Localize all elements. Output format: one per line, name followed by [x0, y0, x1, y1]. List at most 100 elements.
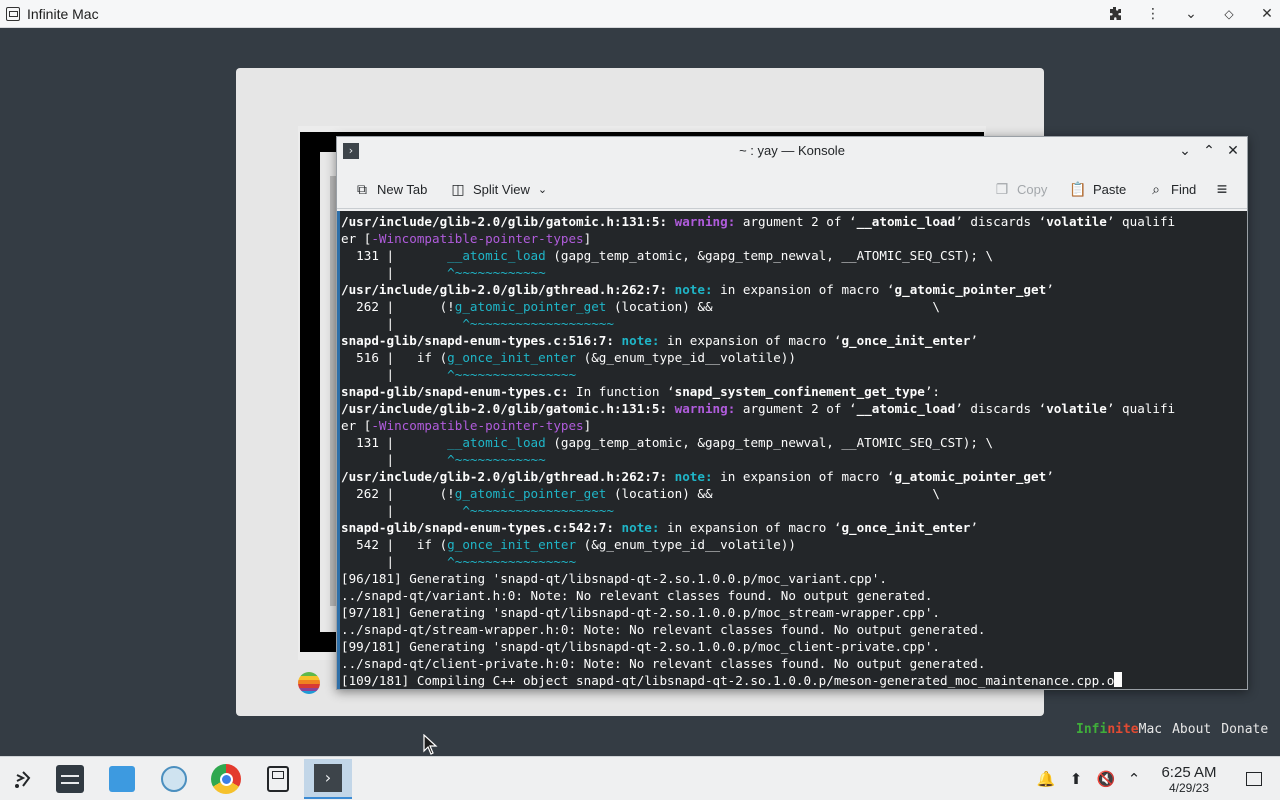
terminal-icon: ›	[314, 764, 342, 792]
chrome-icon	[211, 764, 241, 794]
terminal-text: ../snapd-qt/stream-wrapper.h:0: Note: No…	[341, 622, 986, 637]
terminal-line: 542 | if (g_once_init_enter (&g_enum_typ…	[341, 536, 1231, 553]
terminal-line: | ^~~~~~~~~~~~~~~~~~~~	[341, 502, 1231, 519]
terminal-text: __atomic_load	[447, 248, 546, 263]
terminal-cursor	[1114, 672, 1123, 687]
terminal-line: ../snapd-qt/stream-wrapper.h:0: Note: No…	[341, 621, 1231, 638]
terminal-text: ’	[970, 333, 978, 348]
launcher-icon	[15, 771, 31, 788]
clock-date[interactable]: 4/29/23	[1150, 781, 1228, 795]
maximize-button[interactable]: ⌃	[1199, 141, 1219, 161]
updates-icon[interactable]: ⬆	[1066, 769, 1086, 789]
discover-button[interactable]	[98, 759, 146, 799]
terminal-line: snapd-glib/snapd-enum-types.c: In functi…	[341, 383, 1231, 400]
terminal-text: volatile	[1046, 401, 1107, 416]
terminal-line: er [-Wincompatible-pointer-types]	[341, 417, 1231, 434]
terminal-text: (gapg_temp_atomic, &gapg_temp_newval, __…	[545, 435, 994, 450]
split-view-label: Split View	[473, 181, 530, 197]
terminal-text: snapd_system_confinement_get_type	[674, 384, 925, 399]
plasma-app-button[interactable]	[150, 759, 198, 799]
terminal-line: 262 | (!g_atomic_pointer_get (location) …	[341, 485, 1231, 502]
terminal-text: ^~~~~~~~~~~~~	[447, 452, 546, 467]
find-button[interactable]: ⌕ Find	[1147, 177, 1196, 201]
terminal-line: ../snapd-qt/variant.h:0: Note: No releva…	[341, 587, 1231, 604]
new-tab-button[interactable]: ⧉ New Tab	[353, 177, 427, 201]
mouse-pointer-icon	[423, 734, 438, 755]
terminal-text: ^~~~~~~~~~~~~~~~~	[447, 367, 577, 382]
chrome-button[interactable]	[202, 759, 250, 799]
find-label: Find	[1171, 181, 1197, 197]
terminal-text: /usr/include/glib-2.0/glib/gthread.h:262…	[341, 282, 675, 297]
terminal-line: 131 | __atomic_load (gapg_temp_atomic, &…	[341, 434, 1231, 451]
terminal-text: /usr/include/glib-2.0/glib/gthread.h:262…	[341, 469, 675, 484]
terminal-text: [99/181] Generating 'snapd-qt/libsnapd-q…	[341, 639, 940, 654]
volume-muted-icon[interactable]: 🔇	[1096, 769, 1116, 789]
terminal-text: ’ qualifi	[1106, 401, 1176, 416]
system-settings-button[interactable]	[46, 759, 94, 799]
terminal-line: /usr/include/glib-2.0/glib/gthread.h:262…	[341, 281, 1231, 298]
close-window-button[interactable]: ✕	[1223, 141, 1243, 161]
terminal-text: ^~~~~~~~~~~~~~~~~	[447, 554, 577, 569]
terminal-text: 262 | (!	[341, 486, 455, 501]
terminal-text: (&g_enum_type_id__volatile))	[576, 350, 796, 365]
konsole-window-title: ~ : yay — Konsole	[739, 143, 845, 158]
terminal-text: 542 | if (	[341, 537, 448, 552]
copy-button[interactable]: ❐ Copy	[993, 177, 1048, 201]
konsole-task-button[interactable]: ›	[304, 759, 352, 799]
terminal-output[interactable]: /usr/include/glib-2.0/glib/gatomic.h:131…	[337, 211, 1247, 689]
hamburger-menu-button[interactable]: ≡	[1213, 177, 1237, 201]
terminal-line: [109/181] Compiling C++ object snapd-qt/…	[341, 672, 1231, 689]
infinite-mac-button[interactable]	[254, 759, 302, 799]
paste-button[interactable]: 📋 Paste	[1069, 177, 1126, 201]
notifications-icon[interactable]: 🔔	[1036, 769, 1056, 789]
terminal-text: argument 2 of ‘	[735, 401, 857, 416]
about-link[interactable]: About	[1172, 722, 1211, 737]
terminal-text: snapd-glib/snapd-enum-types.c:	[341, 384, 569, 399]
brand-part-3: Mac	[1138, 722, 1163, 737]
terminal-text: 516 | if (	[341, 350, 448, 365]
clock-time[interactable]: 6:25 AM	[1150, 764, 1228, 781]
terminal-text: -Wincompatible-pointer-types	[371, 418, 584, 433]
chevron-down-icon[interactable]: ⌄	[538, 183, 547, 196]
browser-window-title: Infinite Mac	[27, 5, 99, 22]
terminal-text: er [	[341, 231, 372, 246]
terminal-text: (location) && \	[606, 299, 941, 314]
konsole-title-bar[interactable]: › ~ : yay — Konsole ⌄ ⌃ ✕	[337, 137, 1247, 165]
kebab-menu-icon[interactable]: ⋮	[1140, 1, 1166, 27]
terminal-line: | ^~~~~~~~~~~~~	[341, 264, 1231, 281]
terminal-text: |	[341, 367, 448, 382]
terminal-line: /usr/include/glib-2.0/glib/gatomic.h:131…	[341, 400, 1231, 417]
show-desktop-icon[interactable]	[1244, 769, 1264, 789]
terminal-text: |	[341, 452, 448, 467]
terminal-text: ../snapd-qt/client-private.h:0: Note: No…	[341, 656, 986, 671]
terminal-text: ’	[1046, 469, 1054, 484]
terminal-text: |	[341, 265, 448, 280]
terminal-text: note:	[674, 282, 713, 297]
chevron-down-icon[interactable]: ⌄	[1178, 1, 1204, 27]
terminal-line: | ^~~~~~~~~~~~~~~~~	[341, 553, 1231, 570]
hamburger-menu-icon: ≡	[1216, 178, 1228, 199]
split-view-button[interactable]: ◫ Split View ⌄	[449, 177, 547, 201]
chevron-up-icon[interactable]: ⌃	[1124, 769, 1144, 789]
terminal-line: 131 | __atomic_load (gapg_temp_atomic, &…	[341, 247, 1231, 264]
terminal-text: ^~~~~~~~~~~~~~~~~~~~	[462, 316, 614, 331]
infinite-mac-footer: Infi nite Mac About Donate	[1076, 722, 1268, 737]
terminal-text: snapd-glib/snapd-enum-types.c:516:7:	[341, 333, 622, 348]
terminal-text: ]	[583, 418, 592, 433]
terminal-text: volatile	[1046, 214, 1107, 229]
terminal-text: |	[341, 316, 463, 331]
application-launcher-button[interactable]	[0, 759, 48, 799]
close-icon[interactable]: ✕	[1254, 1, 1280, 27]
new-tab-icon: ⧉	[357, 180, 367, 197]
diamond-icon[interactable]: ◇	[1216, 1, 1242, 27]
terminal-text: __atomic_load	[856, 401, 956, 416]
terminal-line: /usr/include/glib-2.0/glib/gatomic.h:131…	[341, 213, 1231, 230]
terminal-text: In function ‘	[568, 384, 675, 399]
terminal-line: 262 | (!g_atomic_pointer_get (location) …	[341, 298, 1231, 315]
minimize-button[interactable]: ⌄	[1175, 141, 1195, 161]
terminal-text: note:	[621, 333, 660, 348]
terminal-text: snapd-glib/snapd-enum-types.c:542:7:	[341, 520, 622, 535]
terminal-text: g_atomic_pointer_get	[894, 469, 1047, 484]
extensions-icon[interactable]	[1102, 1, 1128, 27]
donate-link[interactable]: Donate	[1221, 722, 1268, 737]
